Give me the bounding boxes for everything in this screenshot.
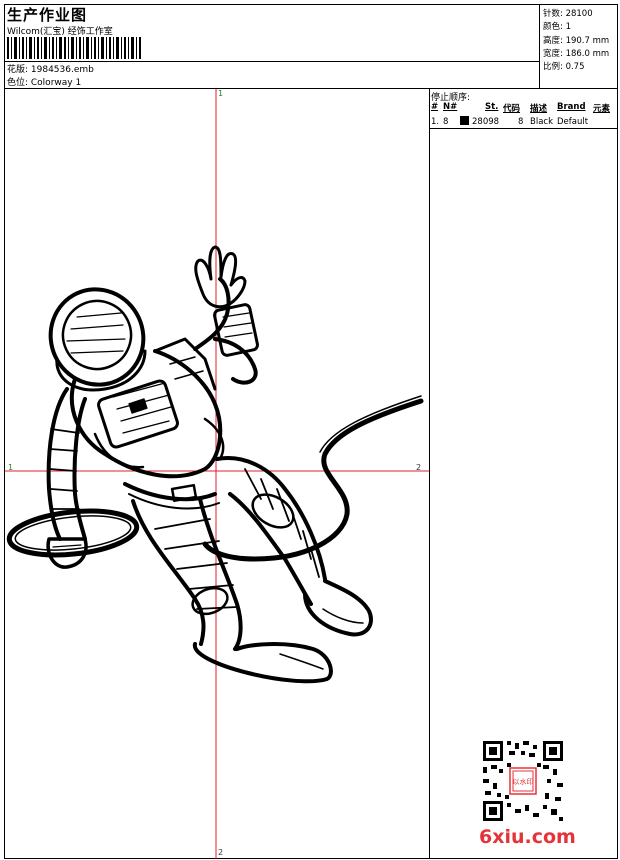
- header-divider: [4, 61, 539, 62]
- row-brand: Default: [557, 117, 589, 127]
- barcode-image: [7, 37, 141, 59]
- row-description: Black: [530, 117, 553, 127]
- col-header-element: 元素: [593, 104, 611, 114]
- design-scale: 比例: 0.75: [543, 62, 585, 72]
- col-header-needle: N#: [443, 102, 458, 112]
- thread-color-swatch: [460, 116, 469, 125]
- qr-code-image: 以水印: [481, 739, 565, 823]
- panel-divider: [429, 88, 430, 859]
- col-header-hash: #: [431, 102, 439, 112]
- design-height: 高度: 190.7 mm: [543, 36, 610, 46]
- col-header-code: 代码: [503, 104, 521, 114]
- row-code: 8: [518, 117, 524, 127]
- qr-stamp-text: 以水印: [513, 777, 534, 786]
- design-file-label: 花版: 1984536.emb: [7, 65, 94, 75]
- astronaut-embroidery: [6, 245, 424, 684]
- stats-box: 针数: 28100 颜色: 1 高度: 190.7 mm 宽度: 186.0 m…: [539, 4, 618, 88]
- crosshair-label-right: 2: [416, 463, 422, 472]
- crosshair-label-bottom: 2: [218, 848, 224, 857]
- crosshair-label-left: 1: [8, 463, 14, 472]
- row-needle: 8: [443, 117, 449, 127]
- page-title: 生产作业图: [7, 6, 88, 24]
- col-header-stitches: St.: [485, 102, 499, 112]
- company-name: Wilcom(汇宝) 经饰工作室: [7, 27, 113, 37]
- color-count: 颜色: 1: [543, 22, 571, 32]
- design-canvas: [5, 89, 429, 859]
- col-header-description: 描述: [530, 104, 548, 114]
- colorway-label: 色位: Colorway 1: [7, 78, 82, 88]
- row-index: 1.: [431, 117, 440, 127]
- design-width: 宽度: 186.0 mm: [543, 49, 610, 59]
- crosshair-label-top: 1: [218, 89, 224, 98]
- watermark-text: 6xiu.com: [479, 826, 576, 848]
- table-bottom-border: [429, 128, 618, 129]
- stitch-count: 针数: 28100: [543, 9, 593, 19]
- col-header-brand: Brand: [557, 102, 586, 112]
- row-stitches: 28098: [472, 117, 500, 127]
